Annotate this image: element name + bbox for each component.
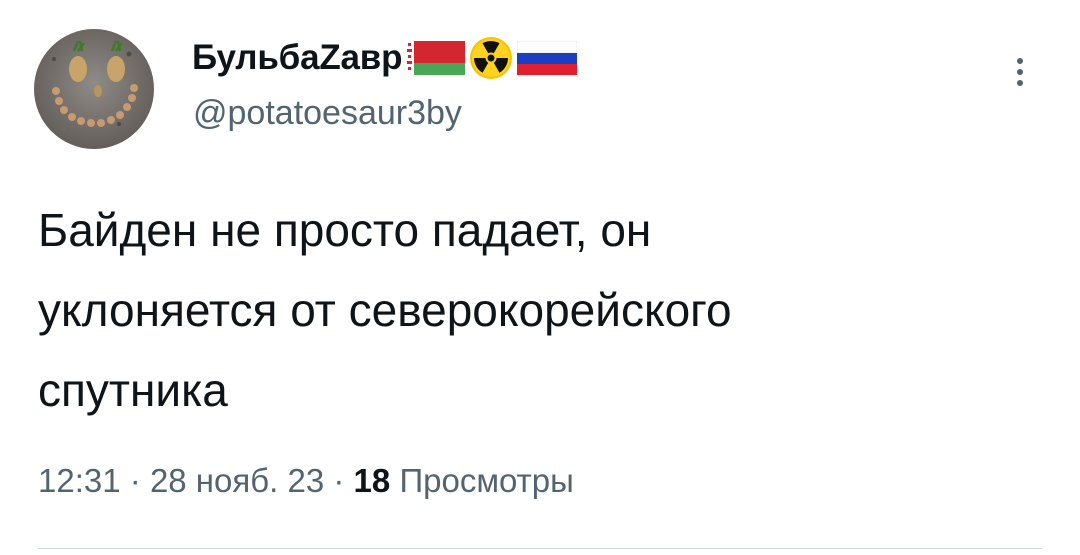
author-badges — [405, 36, 578, 80]
radioactive-icon — [469, 36, 513, 80]
avatar[interactable] — [34, 29, 154, 149]
meta-separator: · — [333, 462, 345, 499]
tweet-text: Байден не просто падает, он уклоняется о… — [38, 204, 732, 416]
divider — [38, 548, 1042, 549]
russia-flag-icon — [517, 41, 578, 75]
tweet-time[interactable]: 12:31 — [38, 462, 121, 499]
author-display-name[interactable]: БульбаZавр — [192, 38, 402, 78]
tweet-card: БульбаZавр @potatoesaur3by Байден не про… — [0, 0, 1080, 555]
views-label[interactable]: Просмотры — [399, 462, 573, 499]
tweet-date[interactable]: 28 нояб. 23 — [150, 462, 324, 499]
tweet-meta: 12:31 · 28 нояб. 23 · 18 Просмотры — [38, 462, 574, 500]
more-dot — [1017, 58, 1023, 64]
meta-separator: · — [129, 462, 141, 499]
more-dot — [1017, 69, 1023, 75]
author-name-row[interactable]: БульбаZавр — [192, 35, 578, 81]
belarus-flag-icon — [405, 41, 466, 75]
more-options-icon[interactable] — [1005, 50, 1035, 94]
author-handle[interactable]: @potatoesaur3by — [193, 94, 462, 133]
views-count[interactable]: 18 — [354, 462, 391, 499]
more-dot — [1017, 80, 1023, 86]
